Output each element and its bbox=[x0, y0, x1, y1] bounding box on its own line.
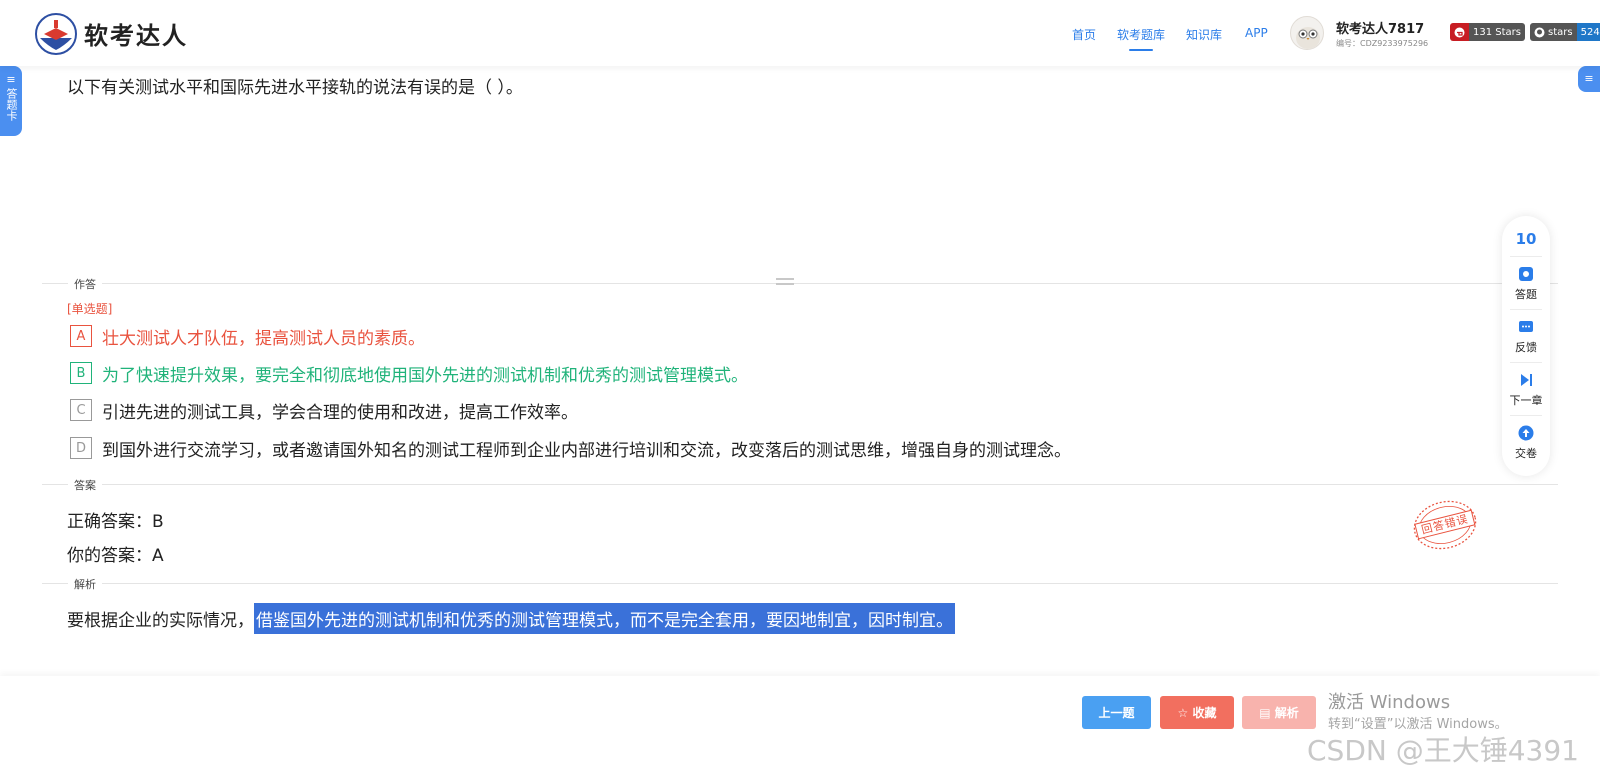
next-chapter-icon bbox=[1521, 374, 1532, 386]
divider bbox=[1510, 415, 1542, 416]
option-b[interactable]: B 为了快速提升效果，要完全和彻底地使用国外先进的测试机制和优秀的测试管理模式。 bbox=[70, 361, 748, 386]
option-text: 壮大测试人才队伍，提高测试人员的素质。 bbox=[102, 328, 425, 349]
github-stars-badge[interactable]: stars 524 bbox=[1530, 23, 1600, 41]
gitee-icon bbox=[1450, 23, 1469, 41]
analysis-button[interactable]: ▤ 解析 bbox=[1242, 696, 1316, 729]
github-badge-label: stars bbox=[1548, 26, 1573, 38]
arrow-up-circle-icon bbox=[1518, 425, 1534, 441]
divider bbox=[42, 283, 1558, 284]
analysis-plain-text: 要根据企业的实际情况， bbox=[67, 611, 254, 631]
option-letter: A bbox=[70, 325, 92, 347]
divider bbox=[1510, 362, 1542, 363]
user-id: 编号：CDZ9233975296 bbox=[1336, 39, 1429, 48]
option-letter: C bbox=[70, 399, 92, 421]
question-text: 以下有关测试水平和国际先进水平接轨的说法有误的是（ ）。 bbox=[67, 78, 523, 98]
floating-panel: 10 答题 反馈 下一章 交卷 bbox=[1502, 216, 1550, 476]
windows-activation-title: 激活 Windows bbox=[1328, 692, 1451, 713]
next-chapter-button[interactable]: 下一章 bbox=[1502, 372, 1550, 408]
section-label-answering: 作答 bbox=[68, 276, 102, 292]
analysis-text: 要根据企业的实际情况， 借鉴国外先进的测试机制和优秀的测试管理模式，而不是完全套… bbox=[67, 603, 955, 634]
user-name[interactable]: 软考达人7817 bbox=[1336, 18, 1424, 37]
logo-icon[interactable] bbox=[34, 12, 78, 56]
site-title[interactable]: 软考达人 bbox=[84, 16, 188, 51]
option-a[interactable]: A 壮大测试人才队伍，提高测试人员的素质。 bbox=[70, 324, 425, 349]
option-text: 到国外进行交流学习，或者邀请国外知名的测试工程师到企业内部进行培训和交流，改变落… bbox=[102, 440, 1071, 461]
question-count: 10 bbox=[1515, 230, 1537, 248]
submit-paper-button[interactable]: 交卷 bbox=[1502, 425, 1550, 461]
gitee-stars-badge[interactable]: 131 Stars bbox=[1450, 23, 1525, 41]
section-label-answer: 答案 bbox=[68, 477, 102, 493]
option-text: 引进先进的测试工具，学会合理的使用和改进，提高工作效率。 bbox=[102, 402, 578, 423]
answer-card-tab[interactable]: ≡ 答题卡 bbox=[0, 66, 22, 136]
option-c[interactable]: C 引进先进的测试工具，学会合理的使用和改进，提高工作效率。 bbox=[70, 398, 578, 423]
submit-paper-label: 交卷 bbox=[1515, 447, 1537, 460]
nav-app[interactable]: APP bbox=[1245, 26, 1268, 40]
nav-knowledge-base[interactable]: 知识库 bbox=[1186, 26, 1222, 43]
right-menu-tab[interactable]: ≡ bbox=[1578, 66, 1600, 92]
github-icon bbox=[1534, 27, 1545, 37]
drag-handle-icon[interactable] bbox=[776, 278, 794, 290]
option-text: 为了快速提升效果，要完全和彻底地使用国外先进的测试机制和优秀的测试管理模式。 bbox=[102, 365, 748, 386]
nav-question-bank[interactable]: 软考题库 bbox=[1117, 26, 1165, 51]
next-chapter-label: 下一章 bbox=[1509, 394, 1543, 407]
menu-icon: ≡ bbox=[6, 73, 16, 86]
answer-sheet-button[interactable]: 答题 bbox=[1502, 266, 1550, 302]
wrong-answer-stamp: 回答错误 bbox=[1407, 493, 1483, 557]
analysis-selected-text[interactable]: 借鉴国外先进的测试机制和优秀的测试管理模式，而不是完全套用，要因地制宜，因时制宜… bbox=[254, 603, 955, 634]
divider bbox=[42, 583, 1558, 584]
divider bbox=[1510, 309, 1542, 310]
owl-avatar-icon bbox=[1296, 27, 1320, 49]
top-header: 软考达人 首页 软考题库 知识库 APP 软考达人7817 编号：CDZ9233… bbox=[0, 0, 1600, 66]
your-answer: 你的答案：A bbox=[67, 546, 164, 566]
answer-card-label: 答题卡 bbox=[5, 88, 18, 121]
prev-question-button[interactable]: 上一题 bbox=[1082, 696, 1151, 729]
option-d[interactable]: D 到国外进行交流学习，或者邀请国外知名的测试工程师到企业内部进行培训和交流，改… bbox=[70, 436, 1071, 461]
nav-home[interactable]: 首页 bbox=[1072, 26, 1096, 43]
menu-icon: ≡ bbox=[1584, 72, 1594, 85]
answer-sheet-label: 答题 bbox=[1515, 288, 1537, 301]
divider bbox=[1510, 256, 1542, 257]
option-letter: D bbox=[70, 437, 92, 459]
csdn-watermark: CSDN @王大锤4391 bbox=[1307, 734, 1579, 767]
answer-sheet-icon bbox=[1519, 267, 1533, 281]
feedback-button[interactable]: 反馈 bbox=[1502, 319, 1550, 355]
divider bbox=[42, 484, 1558, 485]
feedback-icon bbox=[1519, 321, 1533, 332]
github-stars-count: 524 bbox=[1576, 23, 1600, 41]
option-letter: B bbox=[70, 362, 92, 384]
feedback-label: 反馈 bbox=[1515, 341, 1537, 354]
section-label-analysis: 解析 bbox=[68, 576, 102, 592]
gitee-stars-count: 131 Stars bbox=[1469, 23, 1525, 41]
favorite-button[interactable]: ☆ 收藏 bbox=[1160, 696, 1234, 729]
question-type: [单选题] bbox=[67, 302, 113, 316]
avatar[interactable] bbox=[1290, 16, 1324, 50]
correct-answer: 正确答案：B bbox=[67, 512, 164, 532]
